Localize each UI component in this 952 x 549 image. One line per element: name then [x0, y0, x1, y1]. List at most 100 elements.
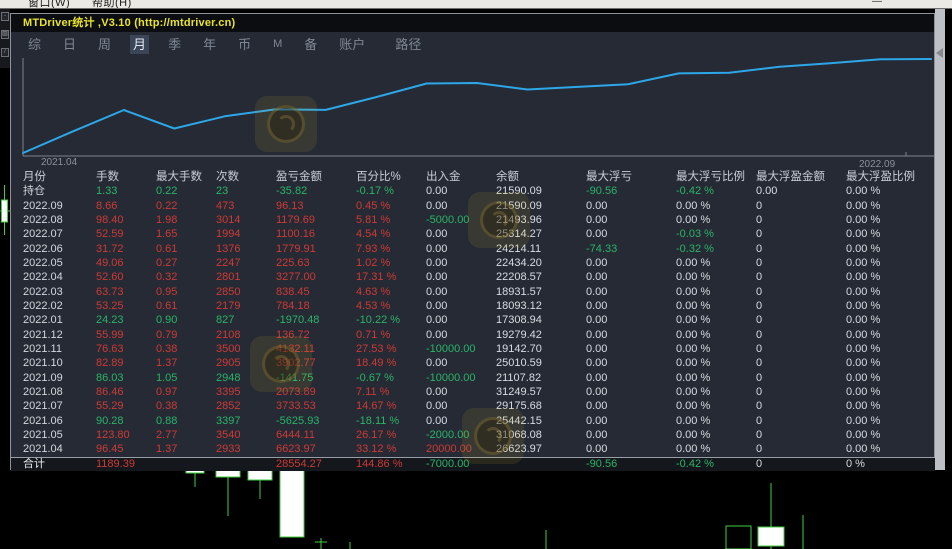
table-cell: 0.00 % — [846, 285, 881, 298]
table-row-2021.09[interactable]: 2021.09 86.03 1.05 2948 -141.75 -0.67 % -10000… — [11, 371, 936, 385]
table-cell: 98.40 — [96, 213, 124, 226]
menu-item-日[interactable]: 日 — [60, 35, 79, 54]
menu-item-币[interactable]: 币 — [235, 35, 254, 54]
table-cell: 2801 — [216, 271, 241, 284]
table-cell: 0.32 — [156, 271, 178, 284]
table-cell: 24214.11 — [496, 242, 542, 255]
table-cell: 0.27 — [156, 256, 178, 269]
table-row-2021.05[interactable]: 2021.05 123.80 2.77 3540 6444.11 26.17 % -2000… — [11, 428, 936, 442]
table-cell: 26623.97 — [496, 443, 542, 456]
table-cell: -35.82 — [276, 185, 308, 198]
table-cell: 18.49 % — [356, 357, 397, 370]
table-cell: -0.32 % — [676, 242, 714, 255]
table-cell: 4.53 % — [356, 299, 391, 312]
right-scrollbar[interactable] — [935, 8, 945, 470]
table-cell: 0.90 — [156, 314, 178, 327]
table-row-2021.04[interactable]: 2021.04 96.45 1.37 2933 6623.97 33.12 % 20000.… — [11, 442, 936, 456]
table-cell: 0.00 % — [676, 285, 711, 298]
table-cell: 7.93 % — [356, 242, 391, 255]
table-row-2021.07[interactable]: 2021.07 55.29 0.38 2852 3733.53 14.67 % 0.00 29… — [11, 399, 936, 413]
table-cell: 55.29 — [96, 400, 124, 413]
menu-item-月[interactable]: 月 — [130, 34, 150, 54]
menu-item-年[interactable]: 年 — [200, 35, 219, 54]
table-cell: 0 — [756, 457, 763, 470]
menu-help[interactable]: 帮助(H) — [92, 0, 132, 8]
table-row-2022.05[interactable]: 2022.05 49.06 0.27 2247 225.63 1.02 % 0.00 2243… — [11, 256, 936, 270]
table-cell: 90.28 — [96, 414, 124, 427]
table-cell: 0.00 — [586, 314, 608, 327]
table-row-2021.12[interactable]: 2021.12 55.99 0.79 2108 136.72 0.71 % 0.00 1927… — [11, 328, 936, 342]
table-cell: 0.00 % — [676, 342, 711, 355]
table-row-2022.03[interactable]: 2022.03 63.73 0.95 2850 838.45 4.63 % 0.00 1893… — [11, 285, 936, 299]
toolbar-icon[interactable]: / — [1, 48, 9, 57]
menu-item-综[interactable]: 综 — [25, 35, 44, 54]
table-cell: 0.00 % — [676, 400, 711, 413]
table-cell: 31249.57 — [496, 385, 542, 398]
table-cell: -2000.00 — [426, 428, 470, 441]
table-cell: 19142.70 — [496, 342, 542, 355]
menu-item-周[interactable]: 周 — [95, 35, 114, 54]
table-cell: 52.60 — [96, 271, 124, 284]
table-cell: 0.00 — [426, 199, 448, 212]
table-cell: 76.63 — [96, 342, 124, 355]
table-row-2021.10[interactable]: 2021.10 82.89 1.37 2905 3902.77 18.49 % 0.00 25… — [11, 356, 936, 370]
table-cell: 0.88 — [156, 414, 178, 427]
table-cell: 0.00 % — [676, 299, 711, 312]
table-cell: 25010.59 — [496, 357, 542, 370]
table-row-2021.06[interactable]: 2021.06 90.28 0.88 3397 -5625.93 -18.11 % 0.00… — [11, 414, 936, 428]
table-cell: 0 — [756, 256, 763, 269]
table-row-2022.02[interactable]: 2022.02 53.25 0.61 2179 784.18 4.53 % 0.00 1809… — [11, 299, 936, 313]
table-cell: 0.00 % — [846, 242, 881, 255]
table-row-2022.04[interactable]: 2022.04 52.60 0.32 2801 3277.00 17.31 % 0.00 22… — [11, 270, 936, 284]
table-row-2022.07[interactable]: 2022.07 52.59 1.65 1994 1100.16 4.54 % 0.00 253… — [11, 227, 936, 241]
candle-body — [725, 525, 752, 549]
table-cell: 2852 — [216, 400, 241, 413]
menu-item-账户[interactable]: 账户 — [336, 35, 368, 54]
column-header: 最大浮盈金额 — [756, 171, 825, 183]
table-cell: 1100.16 — [276, 228, 315, 241]
table-row-持仓[interactable]: 持仓 1.33 0.22 23 -35.82 -0.17 % 0.00 21590.09 -90… — [11, 184, 936, 198]
month-cell: 2022.09 — [23, 199, 63, 212]
table-cell: 27.53 % — [356, 342, 397, 355]
menu-item-path[interactable]: 路径 — [392, 35, 424, 54]
table-cell: 0.00 % — [676, 385, 711, 398]
table-cell: -0.67 % — [356, 371, 394, 384]
table-row-2022.01[interactable]: 2022.01 24.23 0.90 827 -1970.48 -10.22 % 0.00 1… — [11, 313, 936, 327]
table-cell: 4132.11 — [276, 342, 315, 355]
table-row-合计[interactable]: 合计 1189.39 28554.27 144.86 % -7000.00 -90.56 -… — [11, 456, 936, 471]
month-cell: 2022.06 — [23, 242, 63, 255]
table-cell: 0.00 % — [846, 199, 881, 212]
table-cell: 3397 — [216, 414, 241, 427]
toolbar-icon[interactable]: - — [1, 12, 9, 21]
table-row-2021.11[interactable]: 2021.11 76.63 0.38 3500 4132.11 27.53 % -10000… — [11, 342, 936, 356]
table-cell: 4.54 % — [356, 228, 391, 241]
x-axis-end-label: 2022.09 — [859, 159, 896, 170]
table-row-2022.06[interactable]: 2022.06 31.72 0.61 1376 1779.91 7.93 % 0.00 242… — [11, 242, 936, 256]
toolbar-icon[interactable]: ▨ — [1, 30, 9, 39]
table-cell: -10000.00 — [426, 342, 476, 355]
table-cell: 19279.42 — [496, 328, 542, 341]
minimize-icon[interactable]: — — [872, 0, 882, 7]
scroll-arrow-icon[interactable] — [936, 48, 943, 58]
column-header: 最大浮亏 — [586, 171, 632, 183]
menu-item-M[interactable]: M — [270, 35, 285, 54]
table-row-2022.08[interactable]: 2022.08 98.40 1.98 3014 1179.69 5.81 % -5000.0… — [11, 213, 936, 227]
table-cell: 0.00 — [586, 285, 608, 298]
table-cell: 2850 — [216, 285, 241, 298]
table-cell: 0.00 — [426, 299, 448, 312]
menu-window[interactable]: 窗口(W) — [28, 0, 70, 8]
table-cell: 4.63 % — [356, 285, 391, 298]
table-cell: 14.67 % — [356, 400, 397, 413]
table-cell: 1994 — [216, 228, 241, 241]
table-row-2021.08[interactable]: 2021.08 86.46 0.97 3395 2073.89 7.11 % 0.00 312… — [11, 385, 936, 399]
menu-item-季[interactable]: 季 — [165, 35, 184, 54]
table-cell: 2073.89 — [276, 385, 316, 398]
table-cell — [216, 458, 276, 471]
table-cell: 1.33 — [96, 185, 118, 198]
month-cell: 2021.09 — [23, 371, 63, 384]
column-header: 百分比% — [356, 171, 401, 183]
table-cell: 0.22 — [156, 199, 178, 212]
menu-item-备[interactable]: 备 — [301, 35, 320, 54]
table-cell: -90.56 — [586, 185, 618, 198]
table-row-2022.09[interactable]: 2022.09 8.66 0.22 473 96.13 0.45 % 0.00 21590.0… — [11, 199, 936, 213]
